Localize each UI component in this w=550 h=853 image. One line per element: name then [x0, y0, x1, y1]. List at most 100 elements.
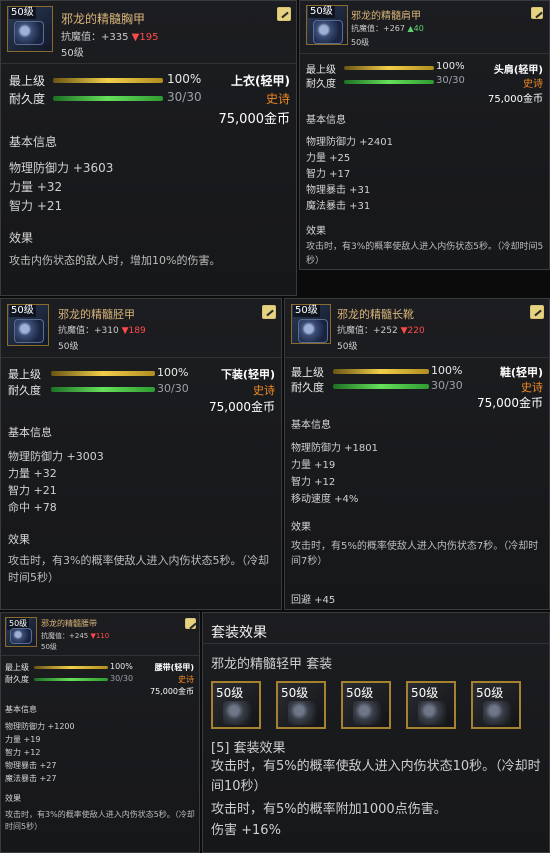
basic-info-label: 基本信息 — [8, 426, 52, 439]
shoulder-armor-icon: 50级 — [306, 5, 348, 45]
stat-line: 物理防御力 +2401 — [306, 137, 394, 148]
max-level-label: 最上级 — [291, 366, 324, 379]
set-name: 邪龙的精髓轻甲 套装 — [211, 657, 333, 672]
max-level-bar — [333, 369, 429, 374]
durability-label: 耐久度 — [8, 384, 41, 397]
max-level-label: 最上级 — [306, 65, 336, 76]
item-tooltip-legs: 50级 邪龙的精髓胫甲 抗魔值：+310 ▼189 50级 最上级 100% 下… — [0, 298, 282, 610]
durability-label: 耐久度 — [291, 381, 324, 394]
item-price: 75,000金币 — [218, 112, 291, 127]
magic-resist: 抗魔值：+267 ▲40 — [351, 24, 424, 33]
item-tooltip-chest: 50级 邪龙的精髓胸甲 抗魔值：+335 ▼195 50级 最上级 100% 上… — [0, 0, 297, 296]
edit-icon[interactable] — [262, 305, 276, 319]
edit-icon[interactable] — [531, 7, 543, 19]
set-piece-boots-icon[interactable]: 50级 — [471, 681, 521, 729]
stat-line: 智力 +12 — [291, 477, 336, 488]
set-effect-title: 套装效果 — [211, 625, 267, 641]
effect-text: 攻击内伤状态的敌人时，增加10%的伤害。 — [9, 254, 221, 267]
item-slot: 鞋(轻甲) — [499, 366, 543, 379]
item-level: 50级 — [337, 342, 358, 352]
edit-icon[interactable] — [277, 7, 291, 21]
divider — [1, 357, 281, 358]
magic-resist: 抗魔值：+335 ▼195 — [61, 32, 159, 43]
stat-line: 力量 +19 — [291, 460, 336, 471]
set-effect-line: 攻击时，有5%的概率使敌人进入内伤状态10秒。（冷却时间10秒） — [211, 759, 541, 795]
durability-bar — [344, 80, 434, 84]
effect-label: 效果 — [5, 794, 21, 803]
durability-value: 30/30 — [110, 674, 134, 683]
divider — [300, 53, 549, 54]
effect-text: 攻击时，有3%的概率使敌人进入内伤状态5秒。（冷却时间5秒） — [8, 554, 269, 584]
max-level-percent: 100% — [157, 366, 189, 379]
durability-bar — [53, 96, 163, 101]
durability-value: 30/30 — [167, 90, 202, 104]
level-badge: 50级 — [293, 305, 320, 317]
item-rarity: 史诗 — [253, 384, 275, 397]
stat-line: 物理暴击 +27 — [5, 761, 57, 770]
item-rarity: 史诗 — [521, 381, 543, 394]
max-level-bar — [53, 78, 163, 83]
stat-line: 智力 +21 — [9, 199, 63, 213]
level-badge: 50级 — [9, 305, 36, 317]
max-level-label: 最上级 — [8, 368, 41, 381]
edit-icon[interactable] — [185, 618, 196, 629]
set-piece-legs-icon[interactable]: 50级 — [341, 681, 391, 729]
effect-label: 效果 — [291, 522, 311, 533]
stat-line: 智力 +21 — [8, 484, 57, 497]
stat-line: 移动速度 +4% — [291, 494, 359, 505]
stat-line: 力量 +32 — [9, 180, 63, 194]
stat-line: 力量 +25 — [306, 153, 351, 164]
item-price: 75,000金币 — [477, 396, 543, 410]
item-slot: 上衣(轻甲) — [231, 74, 290, 88]
effect-text: 攻击时，有3%的概率使敌人进入内伤状态5秒。（冷却时间5秒） — [306, 242, 544, 266]
effect-text: 攻击时，有3%的概率使敌人进入内伤状态5秒。（冷却时间5秒） — [5, 810, 195, 831]
effect-text: 攻击时，有5%的概率使敌人进入内伤状态7秒。（冷却时间7秒） — [291, 541, 539, 567]
set-piece-belt-icon[interactable]: 50级 — [406, 681, 456, 729]
item-price: 75,000金币 — [150, 687, 194, 696]
set-piece-shoulder-icon[interactable]: 50级 — [276, 681, 326, 729]
durability-label: 耐久度 — [306, 79, 336, 90]
durability-value: 30/30 — [157, 382, 189, 395]
durability-label: 耐久度 — [9, 92, 46, 106]
set-effect-line: 攻击时，有5%的概率附加1000点伤害。 — [211, 802, 447, 817]
stat-line: 智力 +17 — [306, 169, 351, 180]
divider — [285, 357, 549, 358]
max-level-label: 最上级 — [5, 663, 29, 672]
level-badge: 50级 — [308, 6, 335, 18]
effect-label: 效果 — [306, 226, 326, 237]
basic-info-label: 基本信息 — [5, 705, 37, 714]
item-price: 75,000金币 — [209, 400, 275, 414]
max-level-label: 最上级 — [9, 74, 46, 88]
stat-line: 力量 +32 — [8, 467, 57, 480]
basic-info-label: 基本信息 — [9, 135, 58, 149]
divider — [1, 63, 296, 64]
boots-icon: 50级 — [291, 304, 331, 344]
leg-armor-icon: 50级 — [7, 304, 49, 346]
item-name: 邪龙的精髓胸甲 — [61, 12, 146, 26]
set-piece-chest-icon[interactable]: 50级 — [211, 681, 261, 729]
extra-stat: 回避 +45 — [291, 595, 336, 606]
item-name: 邪龙的精髓肩甲 — [351, 11, 421, 22]
item-tooltip-shoulder: 50级 邪龙的精髓肩甲 抗魔值：+267 ▲40 50级 最上级 100% 头肩… — [299, 0, 550, 270]
max-level-bar — [51, 371, 155, 376]
chest-armor-icon: 50级 — [7, 6, 53, 52]
max-level-percent: 100% — [167, 72, 202, 86]
item-name: 邪龙的精髓腰带 — [41, 619, 97, 628]
item-slot: 腰带(轻甲) — [154, 663, 194, 672]
basic-info-label: 基本信息 — [291, 420, 331, 431]
stat-line: 物理防御力 +1801 — [291, 443, 379, 454]
edit-icon[interactable] — [530, 305, 544, 319]
item-rarity: 史诗 — [178, 675, 194, 684]
max-level-percent: 100% — [110, 662, 133, 671]
item-level: 50级 — [351, 38, 370, 47]
effect-label: 效果 — [8, 533, 30, 546]
item-tooltip-belt: 50级 邪龙的精髓腰带 抗魔值：+245 ▼110 50级 最上级 100% 腰… — [0, 612, 200, 853]
set-effect-line: 伤害 +16% — [211, 823, 281, 838]
stat-line: 物理防御力 +3003 — [8, 450, 104, 463]
item-level: 50级 — [41, 643, 57, 651]
stat-line: 物理暴击 +31 — [306, 185, 371, 196]
item-slot: 头肩(轻甲) — [493, 65, 543, 76]
stat-line: 物理防御力 +1200 — [5, 722, 75, 731]
level-badge: 50级 — [9, 7, 36, 19]
magic-resist: 抗魔值：+310 ▼189 — [58, 326, 146, 336]
